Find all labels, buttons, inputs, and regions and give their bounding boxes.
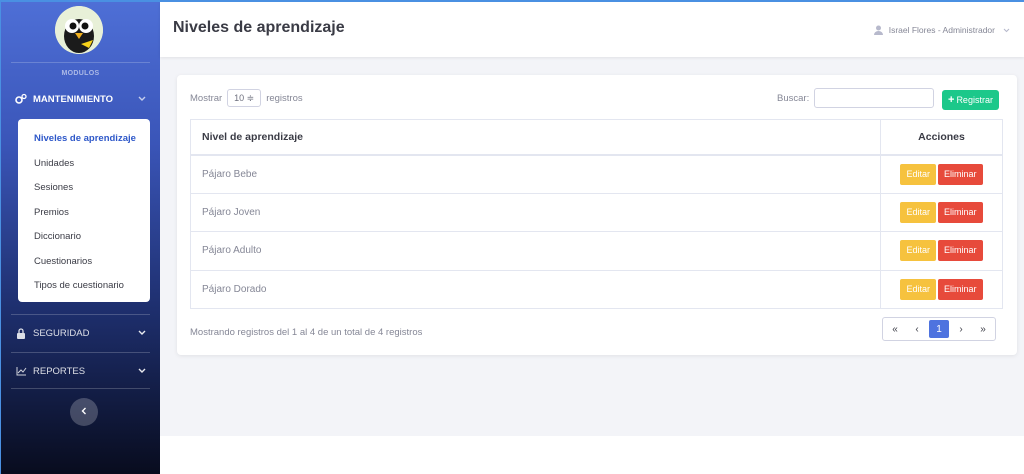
user-menu[interactable]: Israel Flores - Administrador bbox=[873, 25, 1010, 35]
submenu-unidades[interactable]: Unidades bbox=[18, 152, 150, 177]
nav-reportes-label: REPORTES bbox=[33, 365, 86, 377]
column-header-nivel[interactable]: Nivel de aprendizaje bbox=[190, 119, 881, 156]
main-content: Niveles de aprendizaje Israel Flores - A… bbox=[160, 2, 1024, 474]
first-page-button[interactable]: « bbox=[885, 320, 905, 338]
current-page-button[interactable]: 1 bbox=[929, 320, 949, 338]
delete-button[interactable]: Eliminar bbox=[938, 240, 983, 262]
gears-icon bbox=[15, 93, 27, 105]
page-length-select[interactable]: 10 ≑ bbox=[227, 89, 262, 107]
cell-nivel: Pájaro Adulto bbox=[190, 231, 881, 271]
table-row: Pájaro Joven Editar Eliminar bbox=[190, 192, 1003, 232]
register-button-label: Registrar bbox=[956, 95, 993, 105]
nav-seguridad-label: SEGURIDAD bbox=[33, 327, 90, 339]
nav-reportes[interactable]: REPORTES bbox=[1, 360, 160, 382]
submenu-premios[interactable]: Premios bbox=[18, 201, 150, 226]
prev-page-button[interactable]: ‹ bbox=[907, 320, 927, 338]
submenu-tipos-cuestionario[interactable]: Tipos de cuestionario bbox=[18, 274, 150, 299]
cell-actions: Editar Eliminar bbox=[880, 231, 1003, 271]
plus-icon: + bbox=[948, 94, 955, 106]
sidebar-divider bbox=[11, 352, 150, 353]
user-name: Israel Flores - Administrador bbox=[888, 25, 995, 35]
levels-table: Nivel de aprendizaje Acciones Pájaro Beb… bbox=[190, 119, 1003, 309]
page-title: Niveles de aprendizaje bbox=[173, 19, 345, 36]
cell-actions: Editar Eliminar bbox=[880, 192, 1003, 232]
table-row: Pájaro Adulto Editar Eliminar bbox=[190, 231, 1003, 271]
cell-nivel: Pájaro Dorado bbox=[190, 269, 881, 309]
topbar: Niveles de aprendizaje Israel Flores - A… bbox=[160, 2, 1024, 57]
submenu-cuestionarios[interactable]: Cuestionarios bbox=[18, 250, 150, 275]
chevron-down-icon bbox=[136, 96, 148, 102]
mantenimiento-submenu: Niveles de aprendizaje Unidades Sesiones… bbox=[18, 119, 150, 302]
edit-button[interactable]: Editar bbox=[900, 201, 936, 223]
cell-actions: Editar Eliminar bbox=[880, 154, 1003, 194]
sidebar-divider bbox=[11, 314, 150, 315]
show-prefix-label: Mostrar bbox=[190, 92, 223, 104]
edit-button[interactable]: Editar bbox=[900, 163, 936, 185]
nav-mantenimiento-label: MANTENIMIENTO bbox=[33, 93, 114, 105]
nav-mantenimiento[interactable]: MANTENIMIENTO bbox=[1, 88, 160, 110]
table-row: Pájaro Bebe Editar Eliminar bbox=[190, 154, 1003, 194]
search-label: Buscar: bbox=[777, 92, 810, 104]
nav-seguridad[interactable]: SEGURIDAD bbox=[1, 322, 160, 344]
sidebar-divider bbox=[11, 62, 150, 63]
next-page-button[interactable]: › bbox=[951, 320, 971, 338]
edit-button[interactable]: Editar bbox=[900, 278, 936, 300]
chart-line-icon bbox=[15, 365, 27, 377]
delete-button[interactable]: Eliminar bbox=[938, 201, 983, 223]
register-button[interactable]: + Registrar bbox=[942, 90, 999, 110]
cell-actions: Editar Eliminar bbox=[880, 269, 1003, 309]
user-icon bbox=[873, 25, 883, 35]
submenu-diccionario[interactable]: Diccionario bbox=[18, 225, 150, 250]
table-card: Mostrar 10 ≑ registros Buscar: + Registr… bbox=[177, 75, 1017, 355]
page-length-control: Mostrar 10 ≑ registros bbox=[190, 89, 303, 107]
submenu-sesiones[interactable]: Sesiones bbox=[18, 176, 150, 201]
chevron-down-icon bbox=[1003, 28, 1010, 33]
modulos-heading: MODULOS bbox=[61, 70, 100, 77]
sidebar: MODULOS MANTENIMIENTO Niveles de aprendi… bbox=[1, 2, 160, 474]
cell-nivel: Pájaro Bebe bbox=[190, 154, 881, 194]
edit-button[interactable]: Editar bbox=[900, 240, 936, 262]
footer-area bbox=[160, 436, 1024, 474]
table-row: Pájaro Dorado Editar Eliminar bbox=[190, 269, 1003, 309]
cell-nivel: Pájaro Joven bbox=[190, 192, 881, 232]
pagination: « ‹ 1 › » bbox=[882, 317, 996, 341]
submenu-niveles[interactable]: Niveles de aprendizaje bbox=[18, 127, 150, 152]
sidebar-divider bbox=[11, 388, 150, 389]
sidebar-toggle-button[interactable] bbox=[70, 398, 98, 426]
app-logo[interactable] bbox=[55, 6, 103, 54]
delete-button[interactable]: Eliminar bbox=[938, 278, 983, 300]
search-control: Buscar: bbox=[777, 88, 935, 108]
table-info: Mostrando registros del 1 al 4 de un tot… bbox=[190, 327, 423, 338]
show-suffix-label: registros bbox=[266, 92, 303, 104]
table-header-row: Nivel de aprendizaje Acciones bbox=[190, 119, 1003, 156]
delete-button[interactable]: Eliminar bbox=[938, 163, 983, 185]
column-header-acciones: Acciones bbox=[880, 119, 1003, 156]
chevron-down-icon bbox=[136, 330, 148, 336]
search-input[interactable] bbox=[814, 88, 935, 108]
chevron-left-icon bbox=[81, 406, 87, 418]
lock-icon bbox=[15, 327, 27, 339]
bird-logo-icon bbox=[55, 6, 103, 54]
chevron-down-icon bbox=[136, 368, 148, 374]
last-page-button[interactable]: » bbox=[973, 320, 993, 338]
